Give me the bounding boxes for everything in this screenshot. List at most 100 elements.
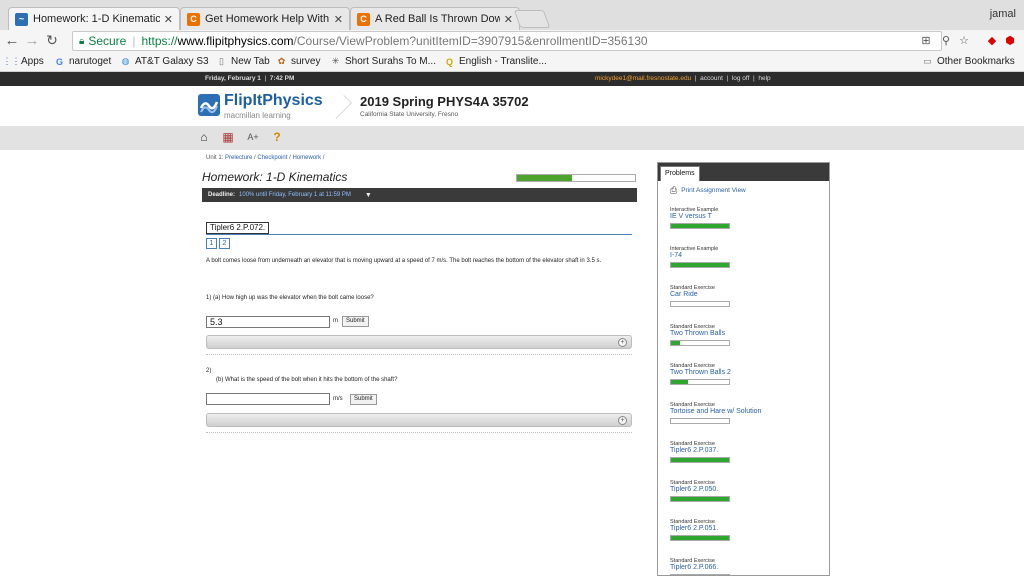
progress-fill xyxy=(671,458,729,462)
answer-2-input[interactable] xyxy=(206,393,330,405)
translate-icon[interactable]: ⊞ xyxy=(920,35,932,47)
submit-1-button[interactable]: Submit xyxy=(342,316,369,327)
problem-list-item[interactable]: Standard Exercise Tipler6 2.P.051. xyxy=(670,519,820,541)
flipitphysics-logo-icon[interactable] xyxy=(198,94,220,116)
bookmark-narutoget[interactable]: G narutoget xyxy=(54,56,111,67)
breadcrumb-checkpoint[interactable]: Checkpoint xyxy=(257,155,287,161)
bookmark-att[interactable]: ◍ AT&T Galaxy S3 xyxy=(120,56,209,67)
user-email: mickydee1@mail.fresnostate.edu xyxy=(595,75,692,82)
tab-problems[interactable]: Problems xyxy=(660,166,700,181)
browser-tab-bar: ~ Homework: 1-D Kinematics ✕ C Get Homew… xyxy=(0,0,1024,30)
account-links: mickydee1@mail.fresnostate.edu | account… xyxy=(595,75,771,82)
tab-chegg-help[interactable]: C Get Homework Help With Che ✕ xyxy=(180,7,350,30)
close-tab-icon[interactable]: ✕ xyxy=(504,13,513,26)
url-protocol: https:// xyxy=(141,34,178,48)
extension-icon[interactable]: ◆ xyxy=(986,35,998,47)
problem-name-link[interactable]: I-74 xyxy=(670,252,820,259)
site-header: FlipItPhysics macmillan learning 2019 Sp… xyxy=(0,86,1024,126)
problem-list-item[interactable]: Standard Exercise Tipler6 2.P.050. xyxy=(670,480,820,502)
close-tab-icon[interactable]: ✕ xyxy=(334,13,343,26)
home-icon[interactable]: ⌂ xyxy=(197,130,211,144)
close-tab-icon[interactable]: ✕ xyxy=(164,13,173,26)
tab-red-ball[interactable]: C A Red Ball Is Thrown Down Wi ✕ xyxy=(350,7,520,30)
new-tab-button[interactable] xyxy=(513,10,551,28)
profile-name[interactable]: jamal xyxy=(990,8,1016,20)
answer-1-input[interactable]: 5.3 xyxy=(206,316,330,328)
problem-list-item[interactable]: Standard Exercise Car Ride xyxy=(670,285,820,307)
problem-list-item[interactable]: Standard Exercise Two Thrown Balls xyxy=(670,324,820,346)
adblock-icon[interactable]: ⬢ xyxy=(1004,35,1016,47)
tab-homework[interactable]: ~ Homework: 1-D Kinematics ✕ xyxy=(8,7,180,30)
page-icon: ▯ xyxy=(219,56,224,66)
hint-2-expander[interactable]: + xyxy=(206,413,632,427)
expand-plus-icon[interactable]: + xyxy=(618,338,627,347)
bookmark-short-surahs[interactable]: ✳ Short Surahs To M... xyxy=(330,56,436,67)
bookmark-survey[interactable]: ✿ survey xyxy=(276,56,321,67)
bookmark-label: New Tab xyxy=(231,56,270,67)
chegg-favicon-icon: C xyxy=(187,12,200,26)
log-off-link[interactable]: log off xyxy=(732,75,750,82)
deadline-bar[interactable]: Deadline: 100% until Friday, February 1 … xyxy=(202,188,637,202)
flipitphysics-favicon-icon: ~ xyxy=(15,12,28,26)
breadcrumb-prelecture[interactable]: Prelecture xyxy=(225,155,252,161)
url-host: www.flipitphysics.com xyxy=(177,34,294,48)
problem-list-item[interactable]: Standard Exercise Tipler6 2.P.037. xyxy=(670,441,820,463)
part-2-button[interactable]: 2 xyxy=(219,238,230,249)
bookmark-new-tab[interactable]: ▯ New Tab xyxy=(216,56,270,67)
problem-list-item[interactable]: Interactive Example I-74 xyxy=(670,246,820,268)
problem-list-item[interactable]: Standard Exercise Tortoise and Hare w/ So… xyxy=(670,402,820,424)
problem-name-link[interactable]: Tortoise and Hare w/ Solution xyxy=(670,408,820,415)
question-1-text: 1) (a) How high up was the elevator when… xyxy=(206,295,374,301)
reload-icon[interactable]: ↻ xyxy=(44,32,60,49)
calendar-icon[interactable]: ▦ xyxy=(221,130,235,144)
address-bar[interactable]: 🔒︎ Secure | https:// www.flipitphysics.c… xyxy=(72,31,942,51)
url-path: /Course/ViewProblem?unitItemID=3907915&e… xyxy=(293,34,648,48)
back-arrow-icon[interactable]: ← xyxy=(4,32,20,49)
hint-1-expander[interactable]: + xyxy=(206,335,632,349)
lock-icon: 🔒︎ xyxy=(79,35,85,47)
problem-name-link[interactable]: Car Ride xyxy=(670,291,820,298)
question-text: A bolt comes loose from underneath an el… xyxy=(206,258,602,264)
account-link[interactable]: account xyxy=(700,75,723,82)
page-title: Homework: 1-D Kinematics xyxy=(202,170,348,184)
progress-fill xyxy=(671,224,729,228)
problem-name-link[interactable]: Two Thrown Balls 2 xyxy=(670,369,820,376)
submit-2-button[interactable]: Submit xyxy=(350,394,377,405)
caret-down-icon[interactable]: ▼ xyxy=(365,192,372,199)
bookmark-label: Apps xyxy=(21,56,44,67)
progress-fill xyxy=(517,175,573,181)
grades-icon[interactable]: A+ xyxy=(246,130,260,144)
breadcrumb-homework[interactable]: Homework xyxy=(292,155,321,161)
bookmark-english[interactable]: Q English - Translite... xyxy=(444,56,547,67)
answer-2-unit: m/s xyxy=(333,396,343,402)
help-link[interactable]: help xyxy=(758,75,770,82)
folder-icon: ▭ xyxy=(923,56,932,66)
site-icon-bar: ⌂ ▦ A+ ? xyxy=(0,126,1024,150)
dotted-divider xyxy=(206,354,632,355)
bookmark-label: Short Surahs To M... xyxy=(345,56,436,67)
address-separator: | xyxy=(132,34,136,48)
other-bookmarks[interactable]: ▭ Other Bookmarks xyxy=(922,56,1015,67)
problem-name-link[interactable]: Two Thrown Balls xyxy=(670,330,820,337)
problem-name-link[interactable]: Tipler6 2.P.051. xyxy=(670,525,820,532)
problem-list-item[interactable]: Standard Exercise Tipler6 2.P.066. xyxy=(670,558,820,575)
tab-title: Get Homework Help With Che xyxy=(205,13,330,25)
question-2-text: (b) What is the speed of the bolt when i… xyxy=(216,377,398,383)
expand-plus-icon[interactable]: + xyxy=(618,416,627,425)
problem-name-link[interactable]: IE V versus T xyxy=(670,213,820,220)
problem-name-link[interactable]: Tipler6 2.P.050. xyxy=(670,486,820,493)
help-question-icon[interactable]: ? xyxy=(270,130,284,144)
forward-arrow-icon[interactable]: → xyxy=(24,32,40,49)
bookmark-star-icon[interactable]: ☆ xyxy=(958,35,970,47)
logo-text[interactable]: FlipItPhysics xyxy=(224,92,323,110)
part-1-button[interactable]: 1 xyxy=(206,238,217,249)
bookmark-apps[interactable]: ⋮⋮ Apps xyxy=(3,56,44,67)
problem-tab[interactable]: Tipler6 2.P.072. xyxy=(206,222,270,234)
print-assignment-view-link[interactable]: ⎙ Print Assignment View xyxy=(670,185,746,196)
problem-name-link[interactable]: Tipler6 2.P.037. xyxy=(670,447,820,454)
zoom-icon[interactable]: ⚲ xyxy=(940,35,952,47)
q-icon: Q xyxy=(445,56,453,67)
problem-list-item[interactable]: Standard Exercise Two Thrown Balls 2 xyxy=(670,363,820,385)
problem-list-item[interactable]: Interactive Example IE V versus T xyxy=(670,207,820,229)
problem-name-link[interactable]: Tipler6 2.P.066. xyxy=(670,564,820,571)
